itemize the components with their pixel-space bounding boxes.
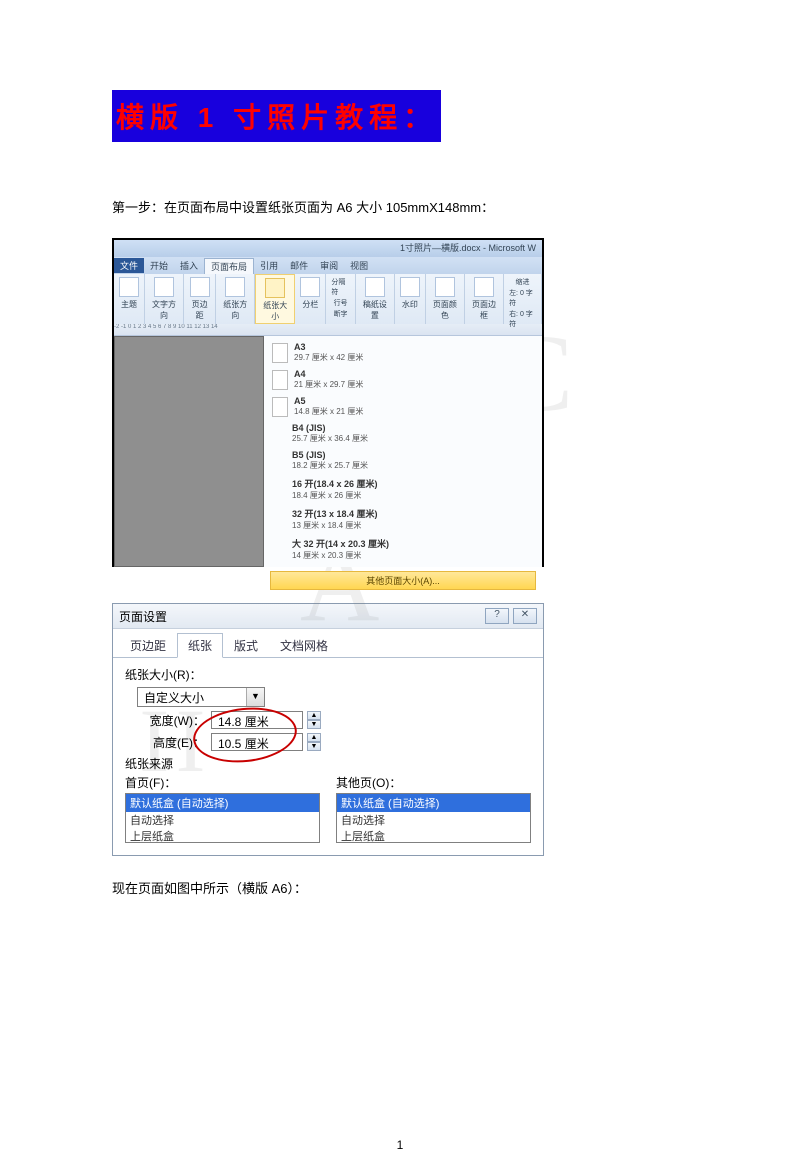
ribbon-page-border[interactable]: 页面边框 — [465, 274, 504, 324]
word-tab-references[interactable]: 引用 — [254, 258, 284, 273]
paper-size-option[interactable]: 32 开(13 x 18.4 厘米)13 厘米 x 18.4 厘米 — [270, 505, 536, 535]
ribbon-breaks[interactable]: 分隔符 行号 断字 — [326, 274, 355, 324]
word-tab-view[interactable]: 视图 — [344, 258, 374, 273]
ribbon-text-direction[interactable]: 文字方向 — [145, 274, 184, 324]
paper-size-option[interactable]: 16 开(18.4 x 26 厘米)18.4 厘米 x 26 厘米 — [270, 475, 536, 505]
ribbon-margins[interactable]: 页边距 — [184, 274, 216, 324]
paper-size-option[interactable]: B4 (JIS)25.7 厘米 x 36.4 厘米 — [270, 421, 536, 448]
ribbon-themes[interactable]: 主题 — [114, 274, 145, 324]
ribbon-paper-size[interactable]: 纸张大小 — [255, 274, 295, 324]
ribbon-paper-settings[interactable]: 稿纸设置 — [356, 274, 395, 324]
word-tab-home[interactable]: 开始 — [144, 258, 174, 273]
paper-source-label: 纸张来源 — [125, 755, 531, 772]
page-title: 横版 1 寸照片教程： — [112, 90, 441, 142]
paper-size-value: 自定义大小 — [138, 688, 246, 706]
width-label: 宽度(W)： — [137, 712, 205, 729]
word-tab-layout[interactable]: 页面布局 — [204, 258, 254, 274]
paper-size-combo[interactable]: 自定义大小 ▼ — [137, 687, 265, 707]
chevron-down-icon: ▼ — [246, 688, 264, 706]
word-document-area — [114, 336, 264, 567]
more-sizes-button[interactable]: 其他页面大小(A)... — [270, 571, 536, 590]
word-ruler: -2 -1 0 1 2 3 4 5 6 7 8 9 10 11 12 13 14 — [114, 324, 542, 336]
step-1-text: 第一步：在页面布局中设置纸张页面为 A6 大小 105mmX148mm： — [112, 197, 688, 216]
width-spinner[interactable]: 14.8 厘米 ▲▼ — [211, 711, 321, 729]
paper-size-option[interactable]: 大 32 开(14 x 20.3 厘米)14 厘米 x 20.3 厘米 — [270, 535, 536, 565]
help-button[interactable]: ? — [485, 608, 509, 624]
word-ribbon-tabs: 文件 开始 插入 页面布局 引用 邮件 审阅 视图 — [114, 257, 542, 274]
tab-layout[interactable]: 版式 — [223, 633, 269, 657]
ribbon-page-color[interactable]: 页面颜色 — [426, 274, 465, 324]
word-tab-file[interactable]: 文件 — [114, 258, 144, 273]
word-tab-mail[interactable]: 邮件 — [284, 258, 314, 273]
word-ribbon: 主题 文字方向 页边距 纸张方向 纸张大小 分栏 分隔符 行号 断字 稿纸设置 … — [114, 274, 542, 324]
tab-paper[interactable]: 纸张 — [177, 633, 223, 658]
other-pages-list[interactable]: 默认纸盒 (自动选择) 自动选择 上层纸盒 — [336, 793, 531, 843]
ribbon-watermark[interactable]: 水印 — [395, 274, 426, 324]
paper-size-option[interactable]: A329.7 厘米 x 42 厘米 — [270, 340, 536, 367]
height-spinner[interactable]: 10.5 厘米 ▲▼ — [211, 733, 321, 751]
close-button[interactable]: ✕ — [513, 608, 537, 624]
paper-size-option[interactable]: A514.8 厘米 x 21 厘米 — [270, 394, 536, 421]
paper-size-option[interactable]: B5 (JIS)18.2 厘米 x 25.7 厘米 — [270, 448, 536, 475]
word-screenshot: 1寸照片—横版.docx - Microsoft W 文件 开始 插入 页面布局… — [112, 238, 544, 567]
word-tab-insert[interactable]: 插入 — [174, 258, 204, 273]
height-value: 10.5 厘米 — [211, 733, 303, 751]
after-text: 现在页面如图中所示（横版 A6）： — [112, 878, 688, 897]
first-page-label: 首页(F)： — [125, 774, 320, 791]
page-number: 1 — [0, 1138, 800, 1152]
paper-size-dropdown: A329.7 厘米 x 42 厘米A421 厘米 x 29.7 厘米A514.8… — [264, 336, 542, 567]
other-pages-label: 其他页(O)： — [336, 774, 531, 791]
word-window-title: 1寸照片—横版.docx - Microsoft W — [114, 240, 542, 257]
width-value: 14.8 厘米 — [211, 711, 303, 729]
tab-margins[interactable]: 页边距 — [119, 633, 177, 657]
height-label: 高度(E)： — [137, 734, 205, 751]
ribbon-orientation[interactable]: 纸张方向 — [216, 274, 255, 324]
ribbon-indent[interactable]: 缩进 左: 0 字符 右: 0 字符 — [504, 274, 542, 324]
page-setup-dialog: 页面设置 ? ✕ 页边距 纸张 版式 文档网格 纸张大小(R)： 自定义大小 ▼… — [112, 603, 544, 856]
word-tab-review[interactable]: 审阅 — [314, 258, 344, 273]
first-page-list[interactable]: 默认纸盒 (自动选择) 自动选择 上层纸盒 — [125, 793, 320, 843]
tab-grid[interactable]: 文档网格 — [269, 633, 339, 657]
paper-size-section-label: 纸张大小(R)： — [125, 666, 531, 683]
dialog-title: 页面设置 — [119, 608, 167, 625]
paper-size-option[interactable]: A421 厘米 x 29.7 厘米 — [270, 367, 536, 394]
ribbon-columns[interactable]: 分栏 — [295, 274, 326, 324]
